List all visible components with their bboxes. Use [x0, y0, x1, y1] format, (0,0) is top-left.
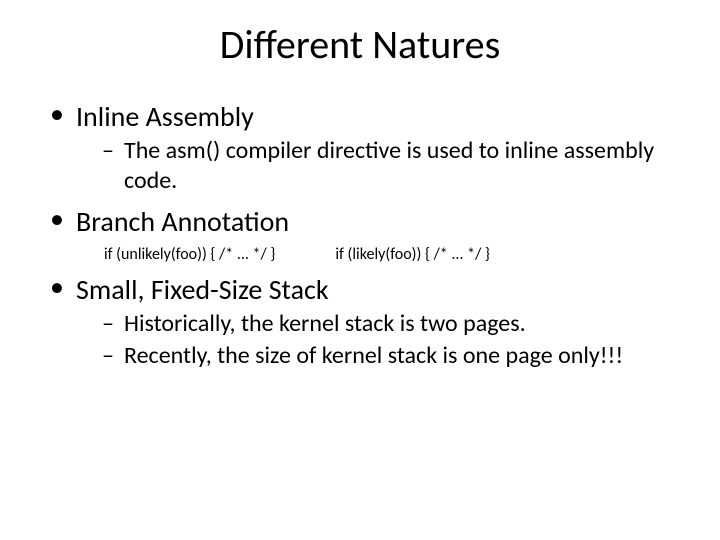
sub-list: Historically, the kernel stack is two pa…	[76, 309, 680, 371]
code-unlikely: if (unlikely(foo)) { /* ... */ }	[104, 245, 275, 264]
bullet-small-stack: Small, Fixed-Size Stack Historically, th…	[50, 272, 680, 371]
slide-title: Different Natures	[40, 20, 680, 69]
code-examples: if (unlikely(foo)) { /* ... */ } if (lik…	[76, 245, 680, 264]
bullet-branch-annotation: Branch Annotation if (unlikely(foo)) { /…	[50, 204, 680, 264]
sub-bullet: The asm() compiler directive is used to …	[102, 136, 680, 196]
code-likely: if (likely(foo)) { /* ... */ }	[335, 245, 490, 264]
bullet-heading: Small, Fixed-Size Stack	[76, 272, 329, 307]
sub-bullet: Historically, the kernel stack is two pa…	[102, 309, 680, 339]
bullet-list: Inline Assembly The asm() compiler direc…	[40, 99, 680, 371]
bullet-inline-assembly: Inline Assembly The asm() compiler direc…	[50, 99, 680, 196]
sub-bullet: Recently, the size of kernel stack is on…	[102, 341, 680, 371]
sub-list: The asm() compiler directive is used to …	[76, 136, 680, 196]
bullet-heading: Branch Annotation	[76, 204, 289, 239]
slide: Different Natures Inline Assembly The as…	[0, 0, 720, 540]
bullet-heading: Inline Assembly	[76, 99, 254, 134]
